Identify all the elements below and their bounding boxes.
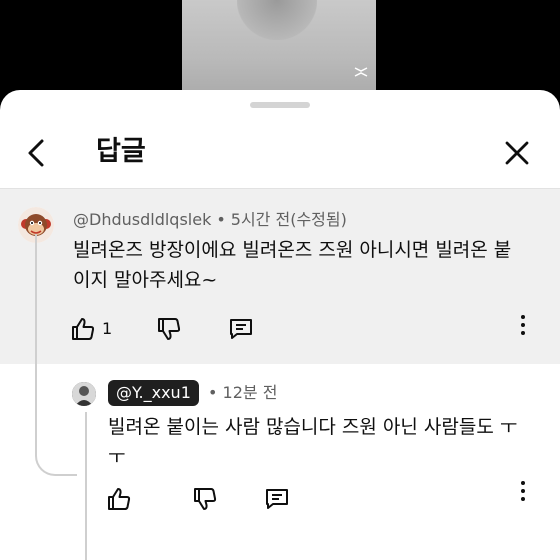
reply-meta: • 12분 전 [208,382,277,404]
drag-handle[interactable] [250,102,310,108]
parent-comment: @Dhdusdldlqslek • 5시간 전(수정됨) 빌려온즈 방장이에요 빌려… [0,189,560,364]
thumb-down-icon [194,488,217,510]
comment-time: 5시간 전(수정됨) [230,210,347,229]
meta-separator: • [208,383,218,402]
replies-sheet: 답글 @Dhdusdldlqslek • 5시간 전(수정됨) 빌려온즈 방장이에 [0,90,560,560]
comment-author[interactable]: @Dhdusdldlqslek [73,210,211,229]
reply-text: 빌려온 붙이는 사람 많습니다 즈원 아닌 사람들도 ㅜㅜ [108,416,518,468]
close-icon[interactable] [500,136,534,170]
sheet-header: 답글 [0,120,560,188]
capcut-logo-icon [354,67,368,77]
dislike-button[interactable] [156,316,182,344]
comment-icon [230,319,252,339]
comment-text: 빌려온즈 방장이에요 빌려온즈 즈원 아니시면 빌려온 붙이지 말아주세요~ [73,239,512,291]
reply-button[interactable] [264,486,290,514]
thread-line [85,412,87,560]
reply-time: 12분 전 [222,383,278,402]
video-frame-image [237,0,317,40]
more-options-icon[interactable] [518,479,528,503]
video-preview[interactable] [182,0,376,100]
comment-meta: @Dhdusdldlqslek • 5시간 전(수정됨) [73,209,347,231]
comment-icon [266,489,288,509]
thumb-up-icon [108,488,131,510]
more-options-icon[interactable] [518,313,528,337]
like-count: 1 [102,319,113,338]
reply-comment: @Y._xxu1 • 12분 전 빌려온 붙이는 사람 많습니다 즈원 아닌 사… [0,364,560,560]
meta-separator: • [216,210,226,229]
thumb-down-icon [158,318,181,340]
back-arrow-icon[interactable] [20,136,54,170]
like-button[interactable] [106,486,132,514]
reply-author-badge[interactable]: @Y._xxu1 [108,380,199,406]
dislike-button[interactable] [192,486,218,514]
avatar[interactable] [72,382,96,406]
reply-button[interactable] [228,316,254,344]
page-title: 답글 [96,136,146,167]
